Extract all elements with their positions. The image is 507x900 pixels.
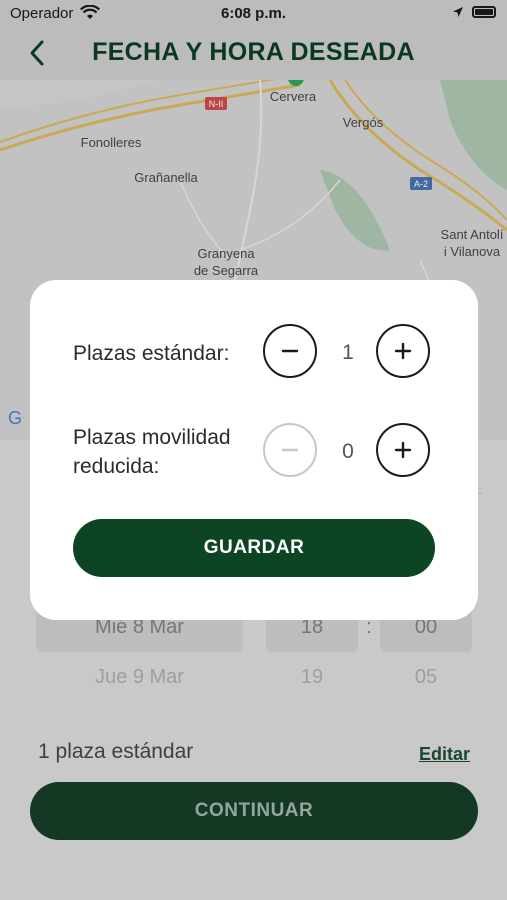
minus-icon xyxy=(281,448,299,452)
minus-icon xyxy=(281,349,299,353)
plus-icon xyxy=(394,441,412,459)
reduced-decrement-button[interactable] xyxy=(263,423,317,477)
seats-modal: Plazas estándar: 1 Plazas movilidad redu… xyxy=(30,280,478,620)
reduced-increment-button[interactable] xyxy=(376,423,430,477)
standard-seats-count: 1 xyxy=(342,341,354,364)
standard-decrement-button[interactable] xyxy=(263,324,317,378)
reduced-seats-count: 0 xyxy=(342,440,354,463)
reduced-mobility-label-line2: reducida: xyxy=(73,455,160,478)
plus-icon xyxy=(394,342,412,360)
standard-seats-label: Plazas estándar: xyxy=(73,342,230,365)
reduced-mobility-label-line1: Plazas movilidad xyxy=(73,426,231,449)
save-button[interactable]: GUARDAR xyxy=(73,519,435,577)
standard-increment-button[interactable] xyxy=(376,324,430,378)
